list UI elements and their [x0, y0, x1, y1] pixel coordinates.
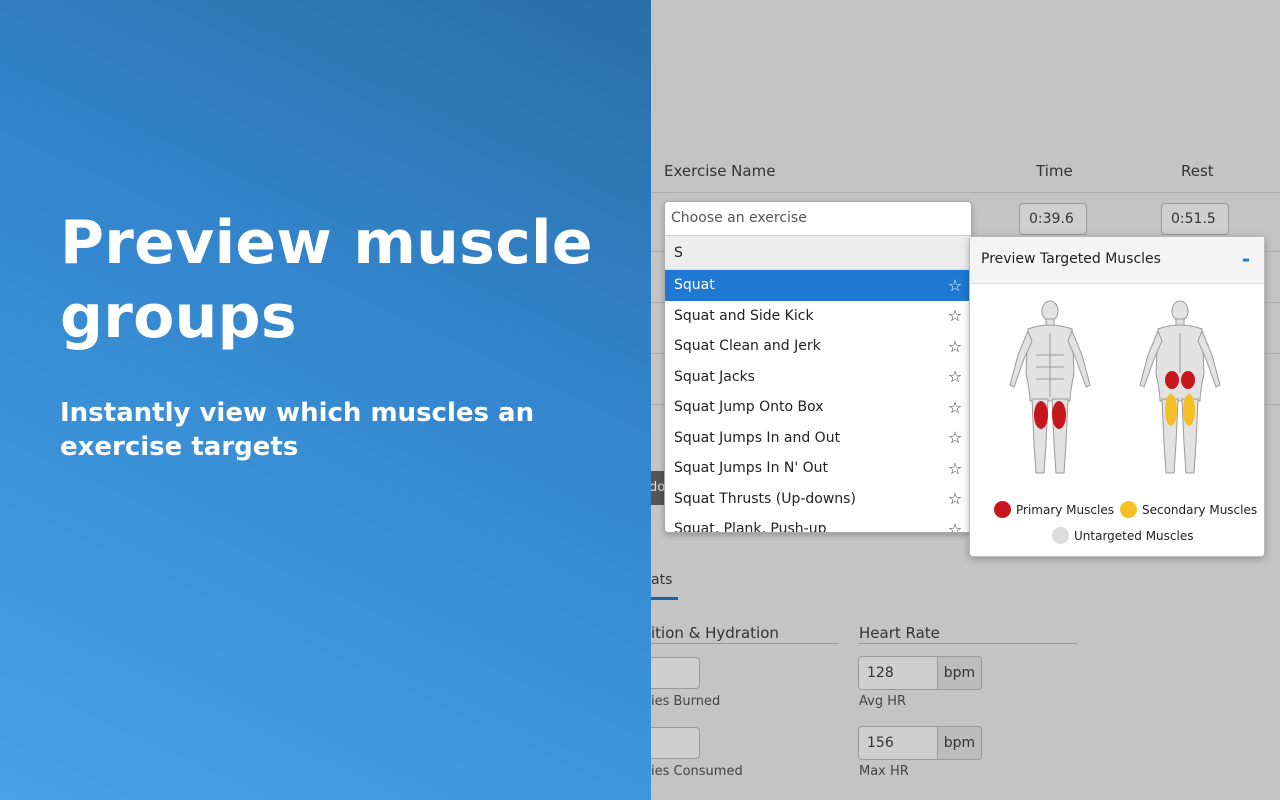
exercise-option[interactable]: Squat Thrusts (Up-downs) ☆ — [665, 484, 971, 515]
exercise-option-label: Squat — [674, 277, 715, 294]
exercise-option[interactable]: Squat Jumps In N' Out ☆ — [665, 453, 971, 484]
max-hr-input[interactable]: 156 — [858, 726, 938, 760]
exercise-option[interactable]: Squat ☆ — [665, 270, 971, 301]
promo-title: Preview muscle groups — [60, 208, 593, 352]
avg-hr-input[interactable]: 128 — [858, 656, 938, 690]
untargeted-dot-icon — [1052, 527, 1069, 544]
heart-rate-section-rule — [858, 643, 1077, 644]
calories-burned-input[interactable] — [651, 657, 700, 689]
avg-hr-group: 128 bpm — [858, 656, 982, 690]
star-outline-icon[interactable]: ☆ — [946, 367, 964, 386]
exercise-option[interactable]: Squat Jump Onto Box ☆ — [665, 392, 971, 423]
legend-primary-label: Primary Muscles — [1016, 502, 1114, 517]
exercise-dropdown: Choose an exercise S Squat ☆ Squat and S… — [664, 201, 972, 533]
legend-primary: Primary Muscles — [994, 501, 1114, 518]
muscle-legend-untargeted: Untargeted Muscles — [1052, 527, 1199, 544]
exercise-option[interactable]: Squat Jumps In and Out ☆ — [665, 423, 971, 454]
exercise-option-label: Squat Jump Onto Box — [674, 399, 824, 416]
heart-rate-section-title: Heart Rate — [859, 624, 940, 642]
preview-muscles-panel: Preview Targeted Muscles - Primary Muscl… — [969, 236, 1265, 557]
exercise-option-label: Squat and Side Kick — [674, 307, 814, 324]
partial-button[interactable]: do — [651, 471, 665, 505]
muscle-legend: Primary Muscles Secondary Muscles — [994, 501, 1263, 518]
body-back-figure — [1139, 300, 1221, 474]
legend-untargeted: Untargeted Muscles — [1052, 527, 1193, 544]
calories-burned-label: ies Burned — [651, 694, 721, 709]
exercise-option[interactable]: Squat Jacks ☆ — [665, 362, 971, 393]
star-outline-icon[interactable]: ☆ — [946, 489, 964, 508]
muscle-diagram — [1009, 300, 1221, 474]
body-front-figure — [1009, 300, 1091, 474]
legend-secondary: Secondary Muscles — [1119, 501, 1258, 518]
exercise-option-label: Squat Thrusts (Up-downs) — [674, 490, 856, 507]
promo-subtitle: Instantly view which muscles an exercise… — [60, 398, 535, 462]
column-header-exercise-name: Exercise Name — [664, 162, 776, 180]
max-hr-label: Max HR — [859, 764, 909, 779]
exercise-search-input[interactable]: S — [665, 236, 971, 270]
tab-stats[interactable]: ats — [651, 572, 672, 588]
exercise-option-label: Squat, Plank, Push-up — [674, 521, 827, 533]
secondary-dot-icon — [1119, 501, 1137, 518]
time-input[interactable]: 0:39.6 — [1019, 203, 1087, 235]
legend-untargeted-label: Untargeted Muscles — [1074, 528, 1194, 543]
nutrition-section-title: ition & Hydration — [651, 624, 779, 642]
exercise-option[interactable]: Squat Clean and Jerk ☆ — [665, 331, 971, 362]
calories-consumed-input[interactable] — [651, 727, 700, 759]
star-outline-icon[interactable]: ☆ — [946, 428, 964, 447]
exercise-option-label: Squat Jumps In N' Out — [674, 460, 829, 477]
column-header-rest: Rest — [1181, 162, 1214, 180]
exercise-options-list: Squat ☆ Squat and Side Kick ☆ Squat Clea… — [665, 270, 971, 533]
star-outline-icon[interactable]: ☆ — [946, 337, 964, 356]
max-hr-group: 156 bpm — [858, 726, 982, 760]
avg-hr-label: Avg HR — [859, 694, 907, 709]
calories-consumed-label: ies Consumed — [651, 764, 743, 779]
exercise-option-label: Squat Jumps In and Out — [674, 429, 841, 446]
preview-title: Preview Targeted Muscles — [981, 251, 1161, 267]
collapse-button[interactable]: - — [1242, 247, 1250, 271]
star-outline-icon[interactable]: ☆ — [946, 520, 964, 532]
primary-muscle-front — [1034, 401, 1066, 429]
preview-header: Preview Targeted Muscles - — [970, 237, 1264, 284]
exercise-select[interactable]: Choose an exercise — [665, 202, 971, 236]
legend-secondary-label: Secondary Muscles — [1141, 502, 1258, 517]
nutrition-section-rule — [651, 643, 839, 644]
primary-dot-icon — [994, 501, 1011, 518]
star-outline-icon[interactable]: ☆ — [946, 459, 964, 478]
star-outline-icon[interactable]: ☆ — [946, 276, 964, 295]
column-header-time: Time — [1036, 162, 1073, 180]
exercise-option[interactable]: Squat, Plank, Push-up ☆ — [665, 514, 971, 533]
promo-panel: Preview muscle groups Instantly view whi… — [0, 0, 651, 800]
star-outline-icon[interactable]: ☆ — [946, 398, 964, 417]
header-divider — [651, 192, 1280, 193]
avg-hr-unit: bpm — [938, 656, 982, 690]
tab-active-indicator — [651, 597, 678, 600]
exercise-option-label: Squat Clean and Jerk — [674, 338, 821, 355]
exercise-option-label: Squat Jacks — [674, 368, 755, 385]
max-hr-unit: bpm — [938, 726, 982, 760]
star-outline-icon[interactable]: ☆ — [946, 306, 964, 325]
rest-input[interactable]: 0:51.5 — [1161, 203, 1229, 235]
exercise-option[interactable]: Squat and Side Kick ☆ — [665, 301, 971, 332]
